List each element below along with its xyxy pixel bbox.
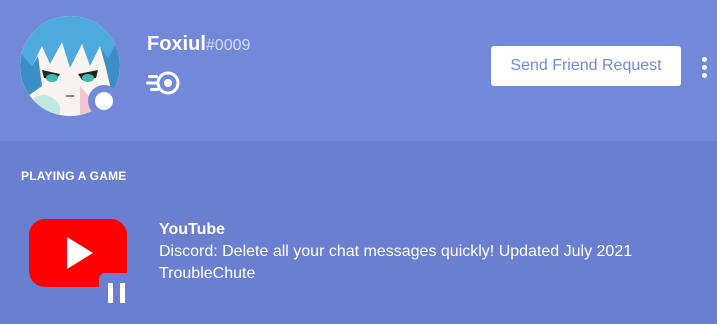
- more-vertical-icon[interactable]: [697, 55, 711, 79]
- pause-icon: [99, 273, 133, 309]
- activity-name: YouTube: [159, 221, 226, 238]
- user-profile-popout: Foxiul#0009 Send Friend Request PLAYING …: [0, 0, 717, 324]
- username: Foxiul: [147, 33, 206, 55]
- discriminator: #0009: [205, 37, 251, 54]
- hypesquad-badge-icon[interactable]: [146, 70, 182, 96]
- activity-info: YouTube Discord: Delete all your chat me…: [159, 219, 632, 285]
- send-friend-request-button[interactable]: Send Friend Request: [491, 46, 681, 86]
- profile-header: Foxiul#0009 Send Friend Request: [0, 0, 717, 141]
- activity-section-title: PLAYING A GAME: [21, 169, 127, 183]
- status-indicator: [88, 85, 120, 117]
- activity-state: TroubleChute: [159, 265, 256, 282]
- activity-details: Discord: Delete all your chat messages q…: [159, 243, 633, 260]
- name-tag: Foxiul#0009: [147, 33, 250, 56]
- activity-app-image: [29, 219, 133, 309]
